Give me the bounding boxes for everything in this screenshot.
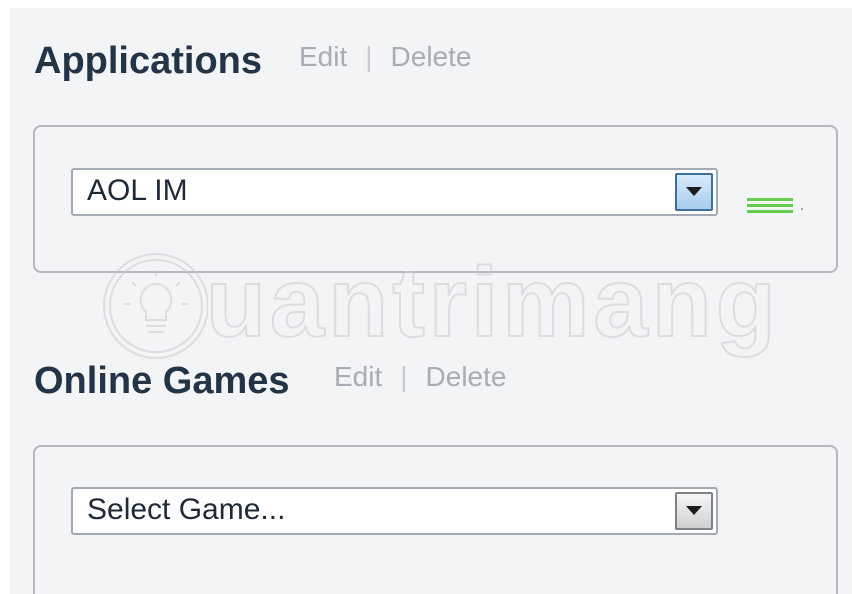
- applications-dropdown-button[interactable]: [675, 173, 713, 211]
- online-games-delete-link[interactable]: Delete: [426, 361, 507, 392]
- applications-select[interactable]: AOL IM: [71, 168, 718, 216]
- online-games-title: Online Games: [34, 360, 290, 402]
- online-games-dropdown-button[interactable]: [675, 492, 713, 530]
- chevron-down-icon: [686, 506, 702, 515]
- drag-handle-icon[interactable]: [747, 198, 805, 214]
- online-games-select-value: Select Game...: [87, 493, 286, 526]
- online-games-edit-link[interactable]: Edit: [334, 361, 382, 392]
- online-games-separator: |: [400, 361, 408, 392]
- chevron-down-icon: [686, 187, 702, 196]
- online-games-select[interactable]: Select Game...: [71, 487, 718, 535]
- applications-delete-link[interactable]: Delete: [391, 41, 472, 72]
- applications-edit-link[interactable]: Edit: [299, 41, 347, 72]
- applications-separator: |: [365, 41, 373, 72]
- applications-links: Edit | Delete: [299, 41, 471, 73]
- applications-select-value: AOL IM: [87, 174, 188, 207]
- applications-title: Applications: [34, 40, 263, 82]
- online-games-links: Edit | Delete: [334, 361, 506, 393]
